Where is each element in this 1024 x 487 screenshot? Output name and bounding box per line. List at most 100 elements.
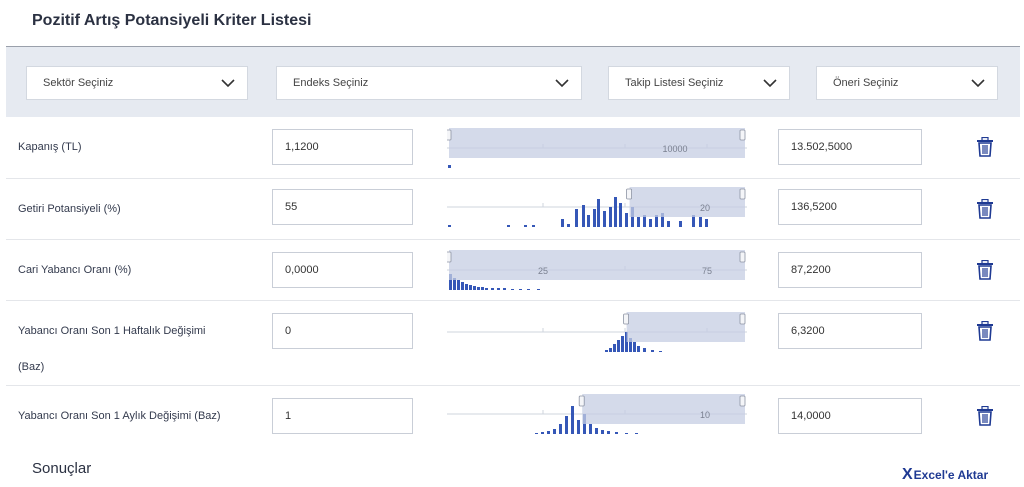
histogram-bar — [485, 288, 488, 290]
range-slider[interactable]: 10 — [447, 392, 747, 436]
criteria-label: Cari Yabancı Oranı (%) — [18, 264, 132, 276]
histogram-bar — [524, 225, 527, 227]
slider-selected-range — [626, 312, 745, 342]
watchlist-select-label: Takip Listesi Seçiniz — [625, 77, 724, 89]
histogram-bar — [609, 207, 612, 227]
slider-tick-label: 10 — [700, 410, 710, 420]
max-value-input[interactable]: 136,5200 — [778, 189, 922, 225]
criteria-label-unit: (Baz) — [18, 361, 45, 373]
histogram-bar — [597, 199, 600, 227]
min-value-input[interactable]: 1 — [272, 398, 413, 434]
histogram-bar — [527, 289, 530, 290]
histogram-bar — [473, 286, 476, 290]
slider-tick-label: 25 — [538, 266, 548, 276]
criteria-label: Yabancı Oranı Son 1 Aylık Değişimi (Baz) — [18, 410, 221, 422]
slider-handle — [739, 313, 746, 325]
slider-selected-range — [449, 128, 745, 158]
slider-handle — [739, 251, 746, 263]
histogram-bar — [593, 209, 596, 227]
slider-handle — [739, 188, 746, 200]
chevron-down-icon — [555, 79, 569, 88]
histogram-bar — [559, 424, 562, 434]
histogram-bar — [532, 225, 535, 227]
export-excel-button[interactable]: X Excel'e Aktar — [902, 466, 988, 484]
slider-handle — [623, 313, 630, 325]
histogram-bar — [613, 344, 616, 352]
histogram-bar — [503, 288, 506, 290]
histogram-bar — [637, 217, 640, 227]
histogram-bar — [571, 406, 574, 434]
histogram-bar — [448, 165, 451, 168]
histogram-bar — [519, 289, 522, 290]
histogram-bar — [643, 348, 646, 352]
max-value-input[interactable]: 6,3200 — [778, 313, 922, 349]
excel-x-icon: X — [902, 466, 913, 483]
sector-select[interactable]: Sektör Seçiniz — [26, 66, 248, 100]
histogram-bar — [465, 284, 468, 290]
histogram-bar — [625, 213, 628, 227]
histogram-bar — [587, 215, 590, 227]
histogram-bar — [582, 205, 585, 227]
histogram-bar — [547, 431, 550, 434]
chevron-down-icon — [971, 79, 985, 88]
criteria-row-foreign-monthly-change: Yabancı Oranı Son 1 Aylık Değişimi (Baz)… — [6, 386, 1020, 441]
slider-selected-range — [582, 394, 745, 424]
histogram-bar — [621, 336, 624, 352]
histogram-bar — [614, 197, 617, 227]
min-value-input[interactable]: 0,0000 — [272, 252, 413, 288]
histogram-bar — [625, 433, 628, 434]
min-value-input[interactable]: 0 — [272, 313, 413, 349]
histogram-bar — [565, 416, 568, 434]
criteria-row-return-potential: Getiri Potansiyeli (%) 55 20 136,5200 — [6, 179, 1020, 240]
range-slider[interactable] — [447, 310, 747, 354]
histogram-bar — [705, 219, 708, 227]
histogram-bar — [497, 288, 500, 290]
chevron-down-icon — [221, 79, 235, 88]
max-value-input[interactable]: 87,2200 — [778, 252, 922, 288]
range-slider[interactable]: 25 75 — [447, 248, 747, 292]
histogram-bar — [635, 433, 638, 434]
histogram-bar — [603, 211, 606, 227]
histogram-bar — [619, 203, 622, 227]
chevron-down-icon — [763, 79, 777, 88]
histogram-bar — [511, 289, 514, 290]
watchlist-select[interactable]: Takip Listesi Seçiniz — [608, 66, 790, 100]
histogram-bar — [535, 433, 538, 434]
criteria-row-foreign-weekly-change: Yabancı Oranı Son 1 Haftalık Değişimi (B… — [6, 301, 1020, 386]
sector-select-label: Sektör Seçiniz — [43, 77, 114, 89]
histogram-bar — [633, 342, 636, 352]
trash-icon[interactable] — [976, 137, 994, 157]
histogram-bar — [679, 221, 682, 227]
histogram-bar — [537, 289, 540, 290]
min-value-input[interactable]: 55 — [272, 189, 413, 225]
histogram-bar — [699, 217, 702, 227]
trash-icon[interactable] — [976, 406, 994, 426]
histogram-bar — [491, 288, 494, 290]
histogram-bar — [541, 432, 544, 434]
recommendation-select-label: Öneri Seçiniz — [833, 77, 899, 89]
histogram-bar — [461, 282, 464, 290]
criteria-row-foreign-ratio: Cari Yabancı Oranı (%) 0,0000 25 75 87,22… — [6, 240, 1020, 301]
histogram-bar — [448, 225, 451, 227]
range-slider[interactable]: 20 — [447, 185, 747, 229]
recommendation-select[interactable]: Öneri Seçiniz — [816, 66, 998, 100]
histogram-bar — [609, 348, 612, 352]
slider-handle — [447, 251, 452, 263]
index-select[interactable]: Endeks Seçiniz — [276, 66, 582, 100]
max-value-input[interactable]: 14,0000 — [778, 398, 922, 434]
slider-tick-label: 20 — [700, 203, 710, 213]
export-excel-label: Excel'e Aktar — [913, 468, 989, 482]
criteria-label: Yabancı Oranı Son 1 Haftalık Değişimi — [18, 325, 206, 337]
histogram-bar — [615, 432, 618, 434]
trash-icon[interactable] — [976, 260, 994, 280]
trash-icon[interactable] — [976, 199, 994, 219]
max-value-input[interactable]: 13.502,5000 — [778, 129, 922, 165]
slider-handle — [739, 129, 746, 141]
trash-icon[interactable] — [976, 321, 994, 341]
histogram-bar — [659, 351, 662, 352]
range-slider[interactable]: 10000 — [447, 126, 747, 170]
histogram-bar — [567, 224, 570, 227]
criteria-row-closing: Kapanış (TL) 1,1200 10000 13.502,5000 — [6, 117, 1020, 179]
filter-bar: Sektör Seçiniz Endeks Seçiniz Takip List… — [6, 47, 1020, 117]
min-value-input[interactable]: 1,1200 — [272, 129, 413, 165]
